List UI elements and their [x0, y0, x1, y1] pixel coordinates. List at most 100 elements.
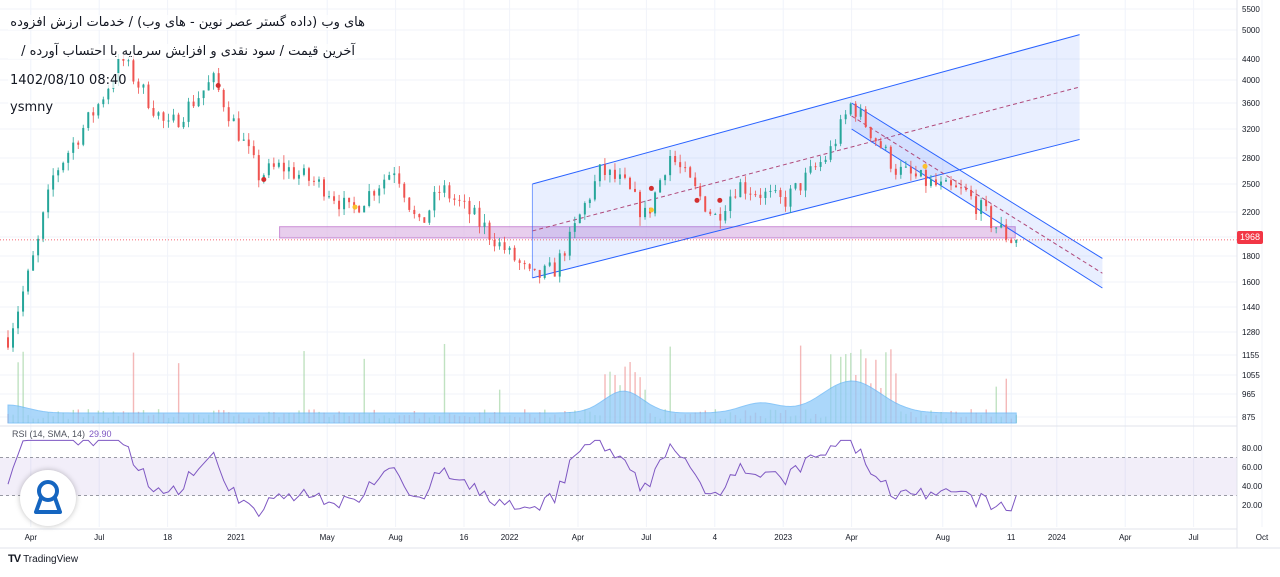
- chart-subtitle: آخرین قیمت / سود نقدی و افزایش سرمایه با…: [8, 44, 357, 59]
- candle-body: [363, 205, 366, 213]
- candle-body: [558, 253, 561, 277]
- candle-body: [934, 179, 937, 186]
- rsi-tick-label: 40.00: [1242, 482, 1263, 491]
- candle-body: [287, 167, 290, 172]
- candle-body: [598, 164, 601, 182]
- candle-body: [388, 175, 391, 180]
- price-tick-label: 3200: [1242, 125, 1260, 134]
- candle-body: [197, 98, 200, 107]
- chart-root: 5500500044004000360032002800250022002000…: [0, 0, 1280, 572]
- candle-body: [312, 180, 315, 182]
- tradingview-logo-icon: TV: [8, 553, 21, 565]
- candle-body: [553, 262, 556, 277]
- candle-body: [212, 73, 215, 83]
- candle-body: [533, 268, 536, 270]
- time-tick-label: 4: [713, 533, 718, 542]
- candle-body: [338, 200, 341, 210]
- candle-body: [42, 212, 45, 239]
- candle-body: [12, 328, 15, 348]
- candle-body: [423, 217, 426, 223]
- candle-body: [247, 139, 250, 147]
- price-tick-label: 1800: [1242, 252, 1260, 261]
- candle-body: [960, 187, 963, 189]
- time-tick-label: Aug: [388, 533, 402, 542]
- candle-body: [513, 247, 516, 261]
- candle-body: [879, 141, 882, 148]
- candle-body: [664, 175, 667, 181]
- candle-body: [433, 191, 436, 211]
- candle-body: [854, 103, 857, 117]
- candle-body: [724, 211, 727, 221]
- candle-body: [167, 120, 170, 122]
- candle-body: [518, 260, 521, 263]
- time-tick-label: Jul: [641, 533, 651, 542]
- candle-body: [398, 173, 401, 184]
- volume-ma-area: [7, 380, 1017, 424]
- candle-body: [829, 146, 832, 160]
- time-tick-label: Aug: [936, 533, 950, 542]
- candle-body: [623, 174, 626, 178]
- time-tick-label: 11: [1007, 533, 1016, 542]
- candle-body: [729, 196, 732, 212]
- candle-body: [739, 182, 742, 198]
- candle-body: [799, 183, 802, 191]
- candle-body: [929, 179, 932, 186]
- candle-body: [47, 189, 50, 213]
- time-tick-label: Jul: [94, 533, 104, 542]
- candle-body: [804, 172, 807, 191]
- time-tick-label: 16: [460, 533, 469, 542]
- candle-body: [839, 119, 842, 144]
- candle-body: [252, 146, 255, 156]
- footer-brand-label: TradingView: [23, 553, 79, 565]
- candle-body: [37, 238, 40, 256]
- event-marker-dot: [215, 83, 221, 89]
- candle-body: [603, 164, 606, 175]
- candle-body: [759, 194, 762, 199]
- watermark-logo-icon[interactable]: [20, 470, 76, 526]
- candle-body: [944, 180, 947, 182]
- time-tick-label: 18: [163, 533, 172, 542]
- candle-body: [583, 203, 586, 215]
- rsi-legend[interactable]: RSI (14, SMA, 14) 29.90: [12, 429, 112, 439]
- event-marker-dot: [717, 197, 723, 203]
- candle-body: [142, 84, 145, 88]
- candle-body: [628, 177, 631, 189]
- volume-bar: [132, 352, 135, 423]
- event-marker-dot: [922, 163, 928, 169]
- candle-body: [543, 265, 546, 278]
- candle-body: [834, 143, 837, 147]
- event-marker-dot: [352, 204, 358, 210]
- candle-body: [844, 114, 847, 120]
- rsi-tick-label: 60.00: [1242, 463, 1263, 472]
- candle-body: [709, 211, 712, 215]
- candle-body: [874, 138, 877, 142]
- candle-body: [192, 101, 195, 107]
- candle-body: [102, 99, 105, 105]
- candle-body: [1000, 224, 1003, 228]
- price-tick-label: 2500: [1242, 180, 1260, 189]
- candle-body: [498, 242, 501, 247]
- candle-body: [242, 139, 245, 141]
- candle-body: [237, 118, 240, 141]
- time-tick-label: 2023: [774, 533, 792, 542]
- candle-body: [980, 200, 983, 214]
- candle-body: [699, 186, 702, 197]
- candle-body: [924, 169, 927, 186]
- candle-body: [227, 107, 230, 122]
- candle-body: [734, 196, 737, 198]
- candle-body: [568, 231, 571, 256]
- candle-body: [267, 163, 270, 176]
- candle-body: [132, 60, 135, 82]
- candle-body: [62, 162, 65, 171]
- event-marker-dot: [648, 185, 654, 191]
- footer-brand[interactable]: TV TradingView: [8, 553, 78, 565]
- candle-body: [669, 156, 672, 176]
- candle-body: [373, 191, 376, 196]
- candle-body: [975, 196, 978, 214]
- candle-body: [618, 174, 621, 179]
- candle-body: [503, 242, 506, 251]
- candle-body: [749, 193, 752, 195]
- candle-body: [323, 179, 326, 197]
- candle-body: [904, 166, 907, 168]
- candle-body: [72, 142, 75, 153]
